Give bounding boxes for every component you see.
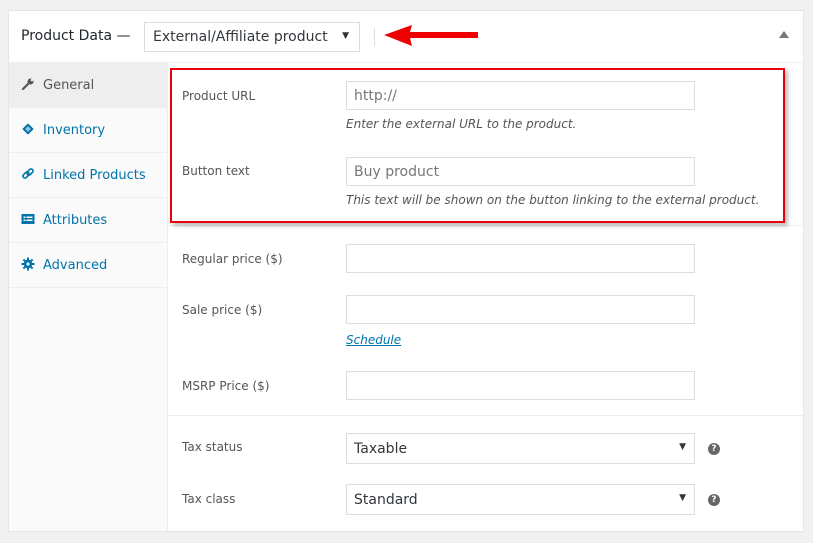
- product-data-panel: Product Data — External/Affiliate produc…: [8, 10, 804, 532]
- tax-class-label: Tax class: [182, 492, 236, 506]
- tab-label: Attributes: [43, 213, 108, 228]
- header-divider: [374, 28, 375, 46]
- schedule-link[interactable]: Schedule: [346, 333, 401, 347]
- sale-price-input[interactable]: [346, 295, 695, 324]
- button-text-input[interactable]: Buy product: [346, 157, 695, 186]
- panel-title: Product Data —: [21, 28, 131, 44]
- tag-icon: [22, 123, 34, 135]
- tab-attributes[interactable]: Attributes: [9, 198, 167, 243]
- product-type-value: External/Affiliate product: [153, 29, 328, 45]
- chevron-down-icon: ▼: [342, 31, 349, 41]
- tab-label: Linked Products: [43, 168, 146, 183]
- product-type-select[interactable]: External/Affiliate product ▼: [144, 22, 360, 52]
- tax-group: Tax status Taxable ▼ ? Tax class Standar…: [168, 416, 803, 533]
- wrench-icon: [21, 78, 34, 91]
- tab-inventory[interactable]: Inventory: [9, 108, 167, 153]
- chevron-down-icon: ▼: [679, 493, 686, 503]
- triangle-up-icon[interactable]: [779, 31, 789, 38]
- red-arrow-icon: [384, 25, 478, 46]
- product-url-description: Enter the external URL to the product.: [346, 117, 577, 131]
- help-icon[interactable]: ?: [708, 494, 720, 506]
- msrp-price-label: MSRP Price ($): [182, 379, 270, 393]
- link-icon: [22, 168, 34, 179]
- tab-advanced[interactable]: Advanced: [9, 243, 167, 288]
- list-card-icon: [21, 214, 35, 224]
- tax-status-label: Tax status: [182, 440, 243, 454]
- tax-status-select[interactable]: Taxable ▼: [346, 433, 695, 464]
- regular-price-input[interactable]: [346, 244, 695, 273]
- pricing-group: Regular price ($) Sale price ($) Schedul…: [168, 226, 803, 416]
- tax-class-value: Standard: [354, 492, 418, 508]
- product-data-tabs: General Inventory Linked Products Attrib…: [9, 63, 168, 531]
- button-text-label: Button text: [182, 164, 250, 178]
- tab-label: Advanced: [43, 258, 108, 273]
- product-url-label: Product URL: [182, 89, 256, 103]
- sale-price-label: Sale price ($): [182, 303, 263, 317]
- chevron-down-icon: ▼: [679, 442, 686, 452]
- tax-class-select[interactable]: Standard ▼: [346, 484, 695, 515]
- tab-label: Inventory: [43, 123, 106, 138]
- regular-price-label: Regular price ($): [182, 252, 283, 266]
- product-url-input[interactable]: http://: [346, 81, 695, 110]
- panel-header: Product Data — External/Affiliate produc…: [9, 11, 803, 63]
- general-tab-content: Product URL http:// Enter the external U…: [168, 63, 803, 531]
- external-product-group: Product URL http:// Enter the external U…: [168, 63, 803, 226]
- product-url-placeholder: http://: [354, 88, 397, 104]
- help-icon[interactable]: ?: [708, 443, 720, 455]
- button-text-description: This text will be shown on the button li…: [346, 193, 760, 207]
- button-text-placeholder: Buy product: [354, 164, 440, 180]
- msrp-price-input[interactable]: [346, 371, 695, 400]
- tax-status-value: Taxable: [354, 441, 408, 457]
- gear-icon: [21, 257, 35, 271]
- tab-general[interactable]: General: [9, 63, 167, 108]
- tab-linked-products[interactable]: Linked Products: [9, 153, 167, 198]
- tab-label: General: [43, 78, 95, 93]
